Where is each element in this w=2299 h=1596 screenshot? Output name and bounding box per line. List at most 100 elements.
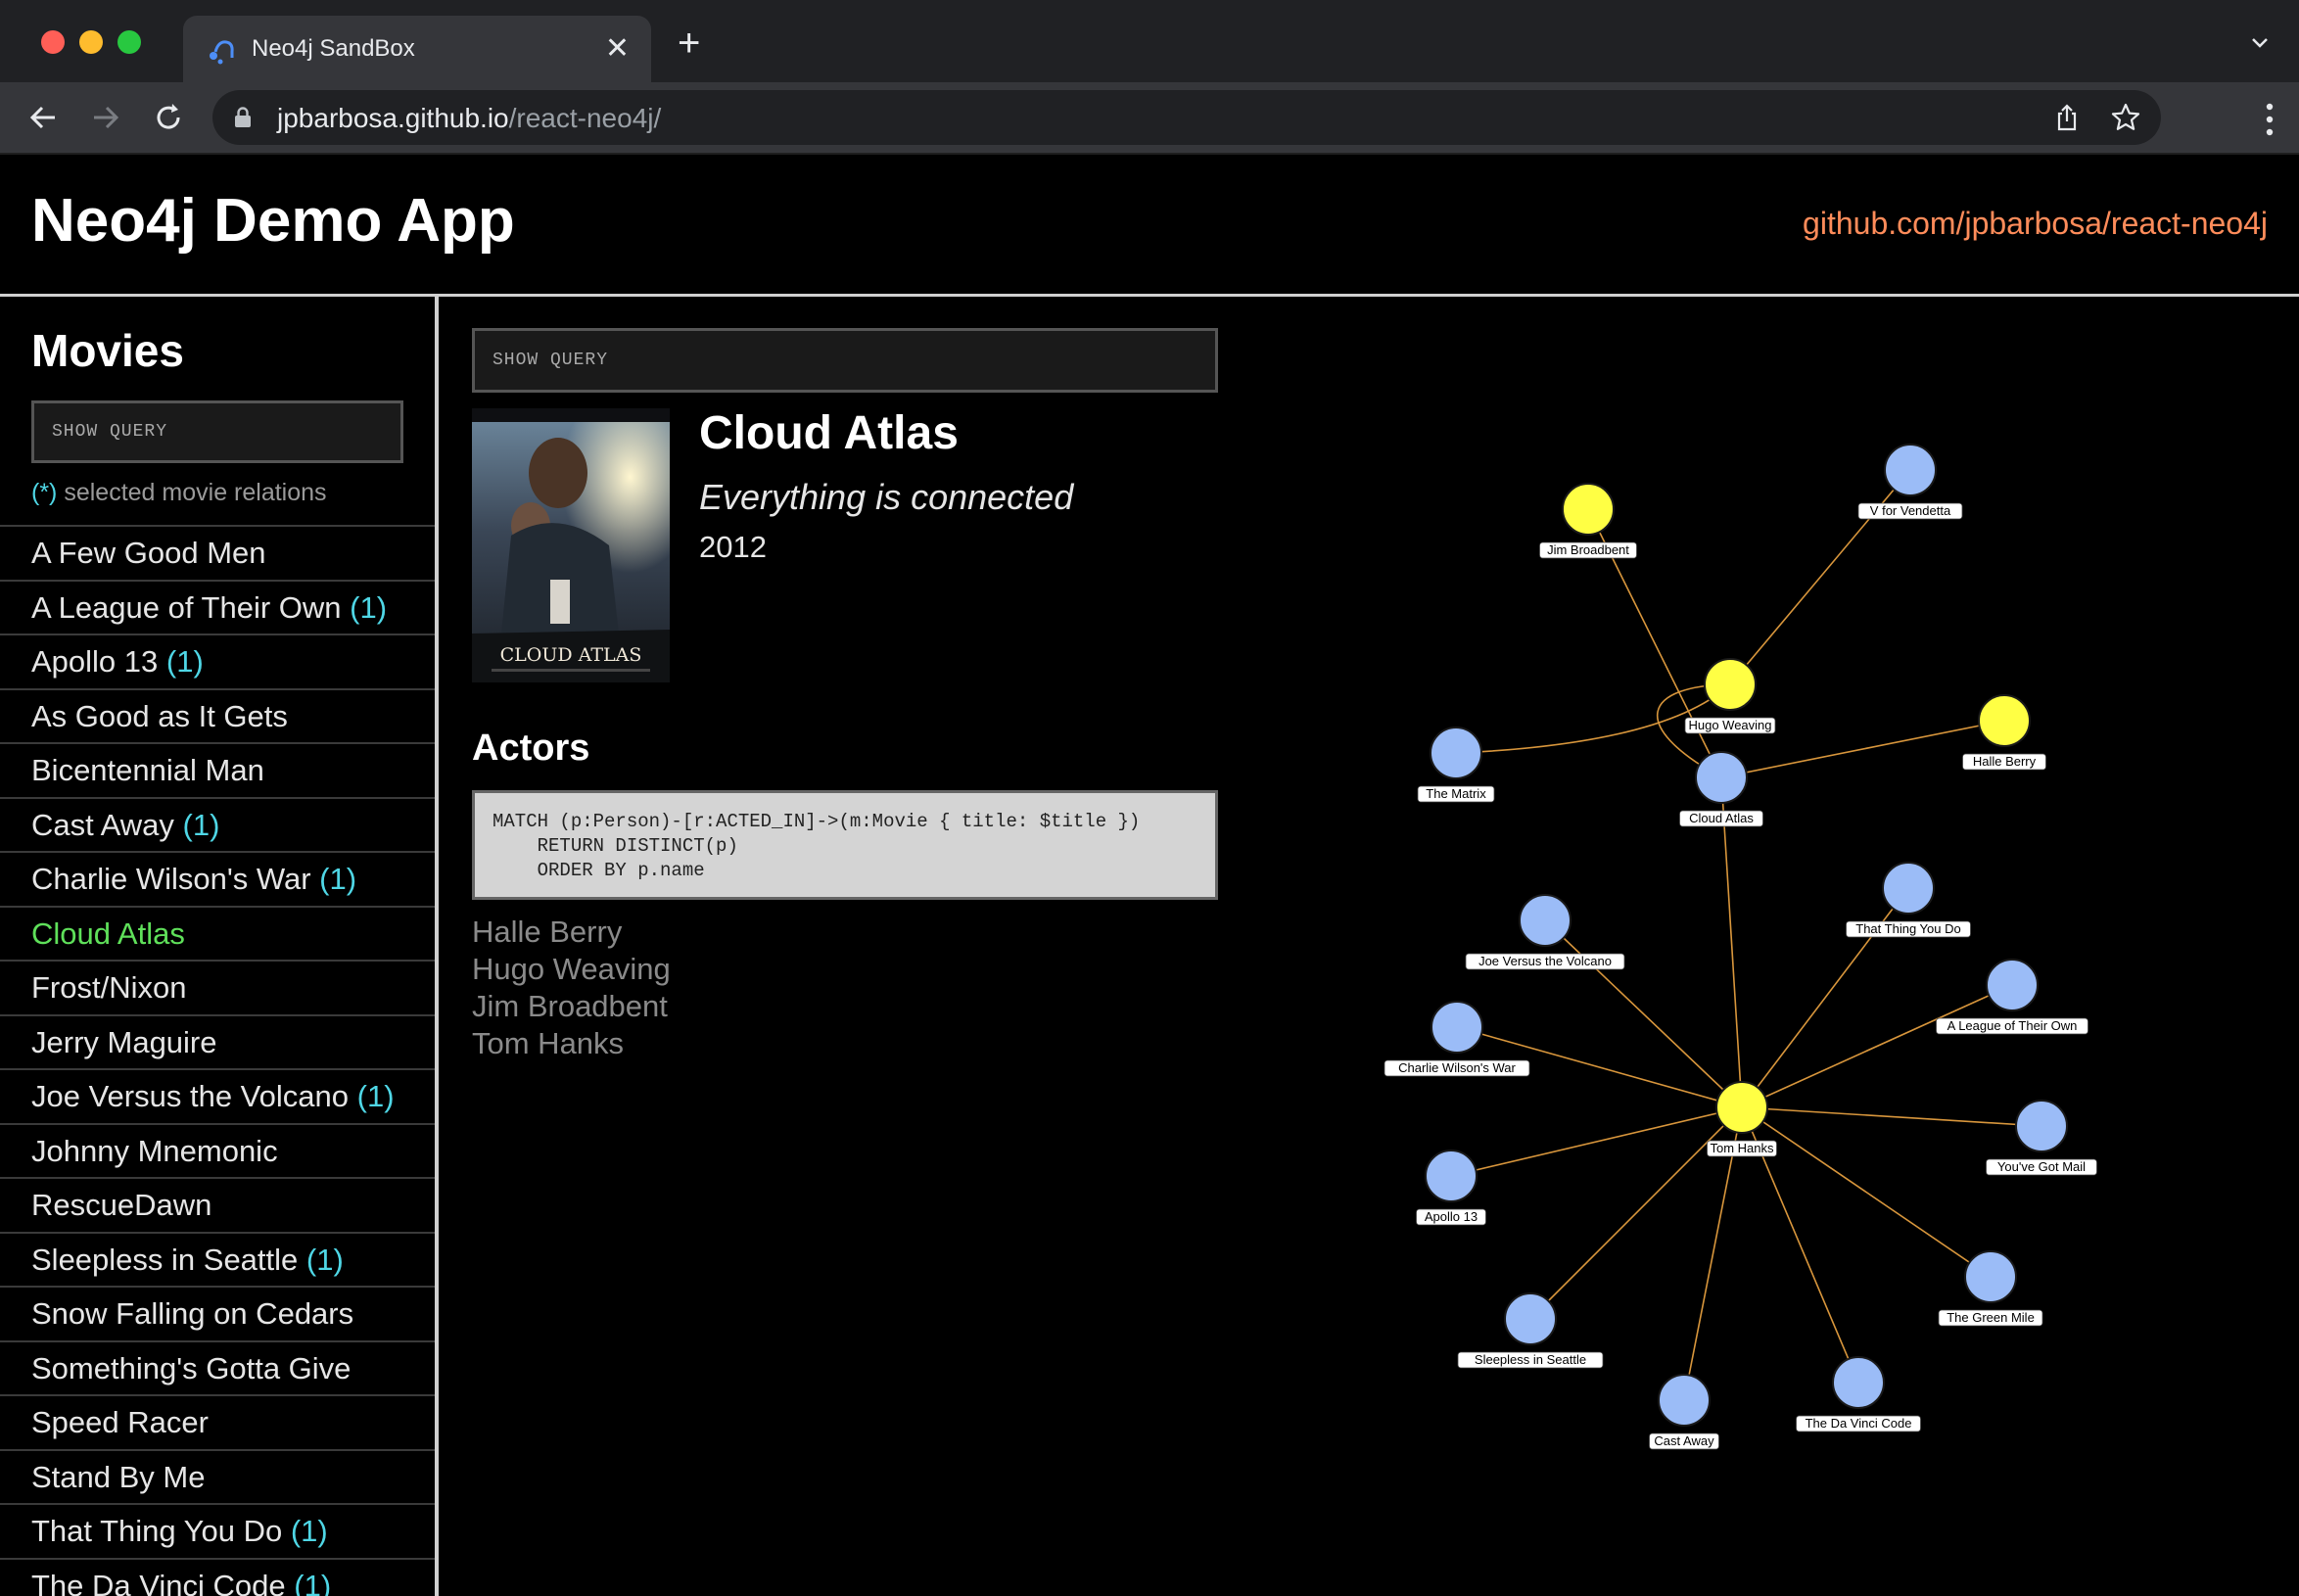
github-repo-link[interactable]: github.com/jpbarbosa/react-neo4j	[1803, 206, 2268, 242]
app-title: Neo4j Demo App	[31, 187, 515, 255]
actor-name[interactable]: Tom Hanks	[472, 1025, 671, 1062]
url-text[interactable]: jpbarbosa.github.io/react-neo4j/	[277, 103, 661, 134]
actors-heading: Actors	[472, 728, 590, 769]
window-minimize-button[interactable]	[79, 30, 103, 54]
person-node-circle[interactable]	[1704, 658, 1757, 711]
movie-node-circle[interactable]	[1832, 1356, 1885, 1409]
browser-tab[interactable]: Neo4j SandBox ✕	[183, 16, 651, 82]
relations-legend: (*) selected movie relations	[31, 479, 327, 507]
movie-list-item[interactable]: Johnny Mnemonic	[0, 1122, 435, 1178]
movie-year: 2012	[699, 530, 767, 564]
movie-title-label: That Thing You Do	[31, 1514, 283, 1548]
relation-count: (1)	[165, 644, 204, 679]
movie-list-item[interactable]: Jerry Maguire	[0, 1013, 435, 1069]
movie-node-circle[interactable]	[1430, 727, 1482, 779]
graph-node-label: Cast Away	[1654, 1433, 1714, 1448]
movie-detail: SHOW QUERY CLOUD ATLAS Cloud Atlas Every…	[439, 297, 2299, 1596]
graph-node-label: Charlie Wilson's War	[1398, 1060, 1516, 1075]
movie-list-item[interactable]: RescueDawn	[0, 1177, 435, 1232]
movie-list-item[interactable]: The Da Vinci Code (1)	[0, 1557, 435, 1596]
movie-list-item[interactable]: A League of Their Own (1)	[0, 579, 435, 634]
movie-list-item[interactable]: As Good as It Gets	[0, 687, 435, 743]
movie-list-item[interactable]: Joe Versus the Volcano (1)	[0, 1068, 435, 1123]
movie-title-label: Sleepless in Seattle	[31, 1242, 299, 1277]
person-node-circle[interactable]	[1562, 483, 1615, 536]
movie-list-item[interactable]: Sleepless in Seattle (1)	[0, 1231, 435, 1287]
movie-list-item[interactable]: Cloud Atlas	[0, 905, 435, 961]
url-path: /react-neo4j/	[508, 103, 662, 133]
movie-list-item[interactable]: Frost/Nixon	[0, 960, 435, 1014]
movie-node-circle[interactable]	[1658, 1374, 1711, 1427]
tab-search-chevron-icon[interactable]	[2250, 33, 2270, 53]
movie-title-label: The Da Vinci Code	[31, 1568, 286, 1596]
person-node-circle[interactable]	[1978, 694, 2031, 747]
window-zoom-button[interactable]	[117, 30, 141, 54]
actor-name[interactable]: Halle Berry	[472, 914, 671, 951]
movie-node-circle[interactable]	[1519, 894, 1572, 947]
movie-list: A Few Good Men A League of Their Own (1) A…	[0, 525, 435, 1596]
movie-node-circle[interactable]	[1695, 751, 1748, 804]
movie-node-circle[interactable]	[1425, 1150, 1478, 1202]
graph-node-label: Cloud Atlas	[1689, 811, 1754, 825]
movie-list-item[interactable]: Cast Away (1)	[0, 796, 435, 852]
movie-tagline: Everything is connected	[699, 477, 1074, 517]
person-node-circle[interactable]	[1715, 1081, 1768, 1134]
back-arrow-icon[interactable]	[25, 100, 61, 135]
movie-list-item[interactable]: That Thing You Do (1)	[0, 1503, 435, 1558]
movie-title-label: Bicentennial Man	[31, 753, 264, 787]
movie-list-item[interactable]: Snow Falling on Cedars	[0, 1286, 435, 1340]
sidebar-heading: Movies	[31, 325, 184, 376]
movie-title-label: Frost/Nixon	[31, 970, 187, 1005]
tab-title: Neo4j SandBox	[252, 35, 415, 62]
movie-title-label: A League of Their Own	[31, 589, 342, 625]
address-bar[interactable]: jpbarbosa.github.io/react-neo4j/	[212, 90, 2161, 145]
movie-list-item[interactable]: A Few Good Men	[0, 525, 435, 580]
new-tab-button[interactable]: +	[678, 23, 700, 63]
movie-node-circle[interactable]	[1882, 862, 1935, 915]
actor-name[interactable]: Jim Broadbent	[472, 988, 671, 1025]
graph-node-label: The Matrix	[1426, 786, 1486, 801]
movie-node-circle[interactable]	[1986, 959, 2039, 1011]
movie-list-item[interactable]: Apollo 13 (1)	[0, 634, 435, 688]
relation-count: (1)	[356, 1079, 395, 1113]
movie-title-label: Apollo 13	[31, 644, 159, 679]
browser-tab-bar: Neo4j SandBox ✕ +	[0, 0, 2299, 82]
movie-list-item[interactable]: Bicentennial Man	[0, 742, 435, 797]
movie-node-circle[interactable]	[1964, 1250, 2017, 1303]
movie-node-circle[interactable]	[1431, 1001, 1483, 1054]
tab-close-icon[interactable]: ✕	[605, 29, 630, 69]
graph-node-label: Hugo Weaving	[1688, 718, 1771, 732]
share-icon[interactable]	[2051, 102, 2083, 133]
graph-node-label: The Green Mile	[1947, 1310, 2035, 1325]
detail-show-query-button[interactable]: SHOW QUERY	[472, 328, 1218, 393]
movie-node-circle[interactable]	[1884, 444, 1937, 496]
movie-poster: CLOUD ATLAS	[472, 408, 670, 682]
graph-node-label: The Da Vinci Code	[1806, 1416, 1912, 1431]
graph-node-label: Apollo 13	[1425, 1209, 1478, 1224]
relation-count: (1)	[350, 589, 388, 625]
forward-arrow-icon[interactable]	[88, 100, 123, 135]
lock-icon[interactable]	[234, 107, 252, 128]
movie-title-label: Snow Falling on Cedars	[31, 1296, 354, 1331]
movie-title-label: RescueDawn	[31, 1188, 212, 1222]
movie-title-label: Cast Away	[31, 807, 174, 842]
movie-title-label: Joe Versus the Volcano	[31, 1079, 350, 1113]
movie-node-circle[interactable]	[1504, 1292, 1557, 1345]
graph-node-label: A League of Their Own	[1947, 1018, 2078, 1033]
url-host: jpbarbosa.github.io	[277, 103, 509, 133]
relation-count: (1)	[294, 1568, 332, 1596]
bookmark-star-icon[interactable]	[2110, 102, 2141, 133]
actor-name[interactable]: Hugo Weaving	[472, 951, 671, 988]
movies-sidebar: Movies SHOW QUERY (*) selected movie rel…	[0, 297, 439, 1596]
graph-node-label: Joe Versus the Volcano	[1478, 954, 1612, 968]
movie-node-circle[interactable]	[2015, 1100, 2068, 1152]
browser-menu-icon[interactable]	[2266, 102, 2274, 137]
legend-text: selected movie relations	[64, 479, 327, 506]
window-close-button[interactable]	[41, 30, 65, 54]
movie-list-item[interactable]: Stand By Me	[0, 1448, 435, 1504]
sidebar-show-query-button[interactable]: SHOW QUERY	[31, 400, 403, 463]
movie-list-item[interactable]: Charlie Wilson's War (1)	[0, 851, 435, 906]
reload-icon[interactable]	[151, 100, 186, 135]
movie-list-item[interactable]: Speed Racer	[0, 1394, 435, 1449]
movie-list-item[interactable]: Something's Gotta Give	[0, 1339, 435, 1395]
